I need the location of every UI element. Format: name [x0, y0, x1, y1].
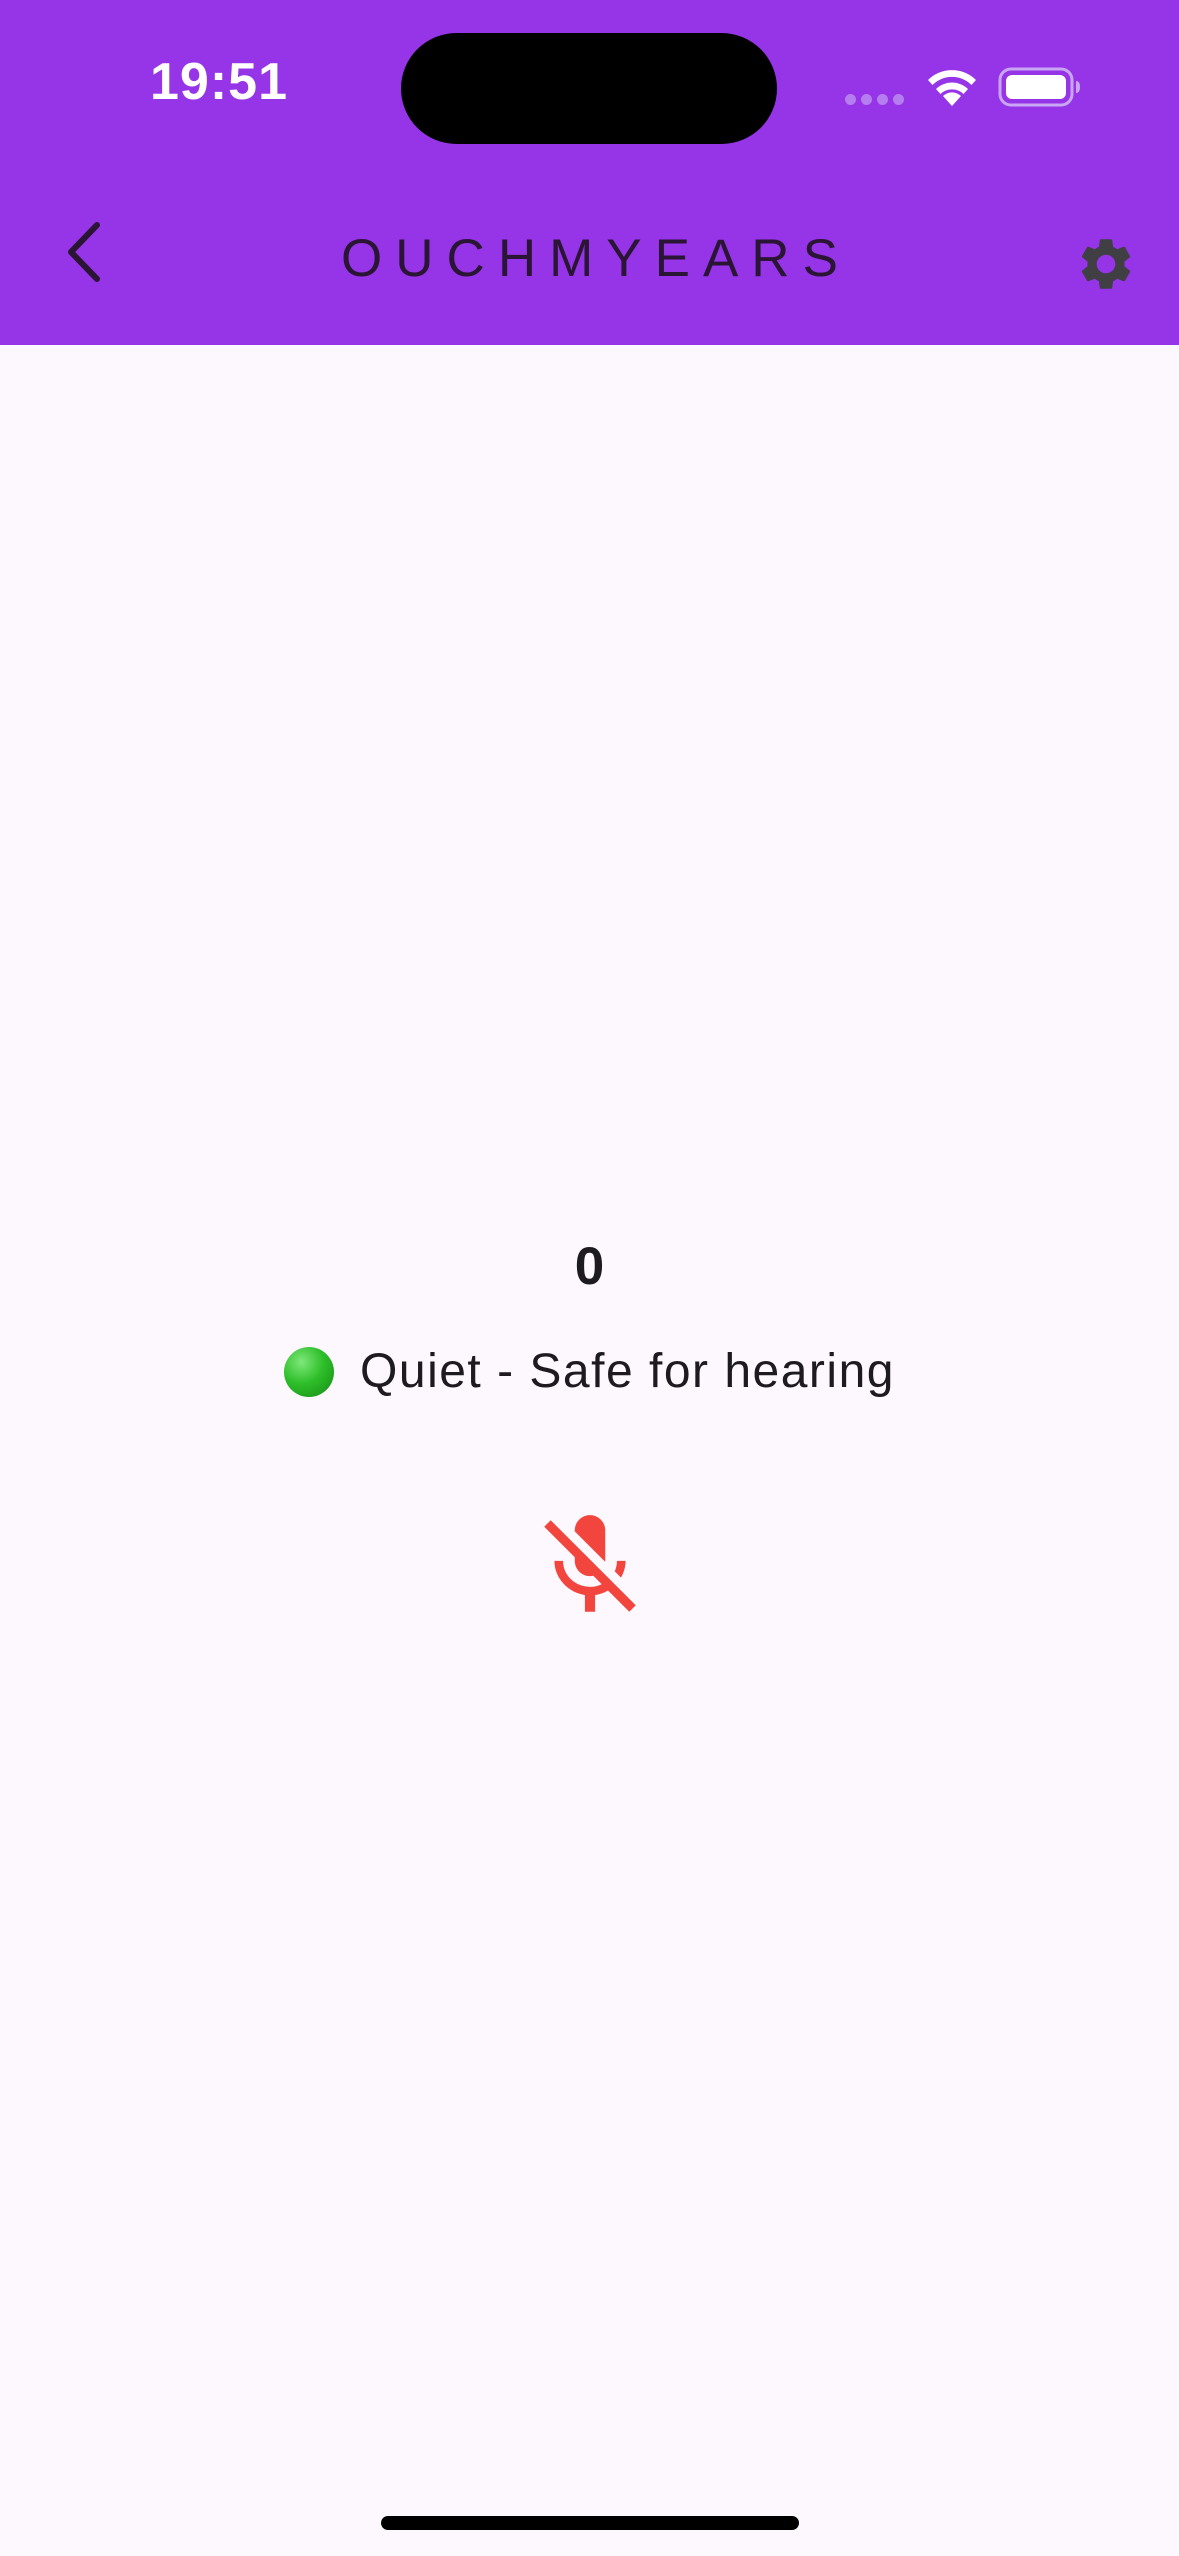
- wifi-icon: [928, 70, 976, 106]
- dynamic-island: [401, 33, 777, 144]
- home-indicator: [381, 2516, 799, 2530]
- hearing-status: Quiet - Safe for hearing: [0, 1344, 1179, 1399]
- app-bar: 19:51 OUCHMYEARS: [0, 0, 1179, 345]
- mic-off-icon: [544, 1515, 636, 1612]
- status-bar-time: 19:51: [150, 53, 288, 111]
- page-title: OUCHMYEARS: [341, 229, 851, 288]
- microphone-toggle-button[interactable]: [529, 1502, 651, 1630]
- green-circle-icon: [284, 1346, 335, 1397]
- gear-icon: [1081, 239, 1131, 289]
- decibel-reading: 0: [574, 1237, 605, 1296]
- battery-icon: [998, 67, 1080, 107]
- hearing-status-text: Quiet - Safe for hearing: [360, 1345, 895, 1398]
- settings-button[interactable]: [1066, 224, 1146, 304]
- cellular-signal-icon: [845, 94, 905, 108]
